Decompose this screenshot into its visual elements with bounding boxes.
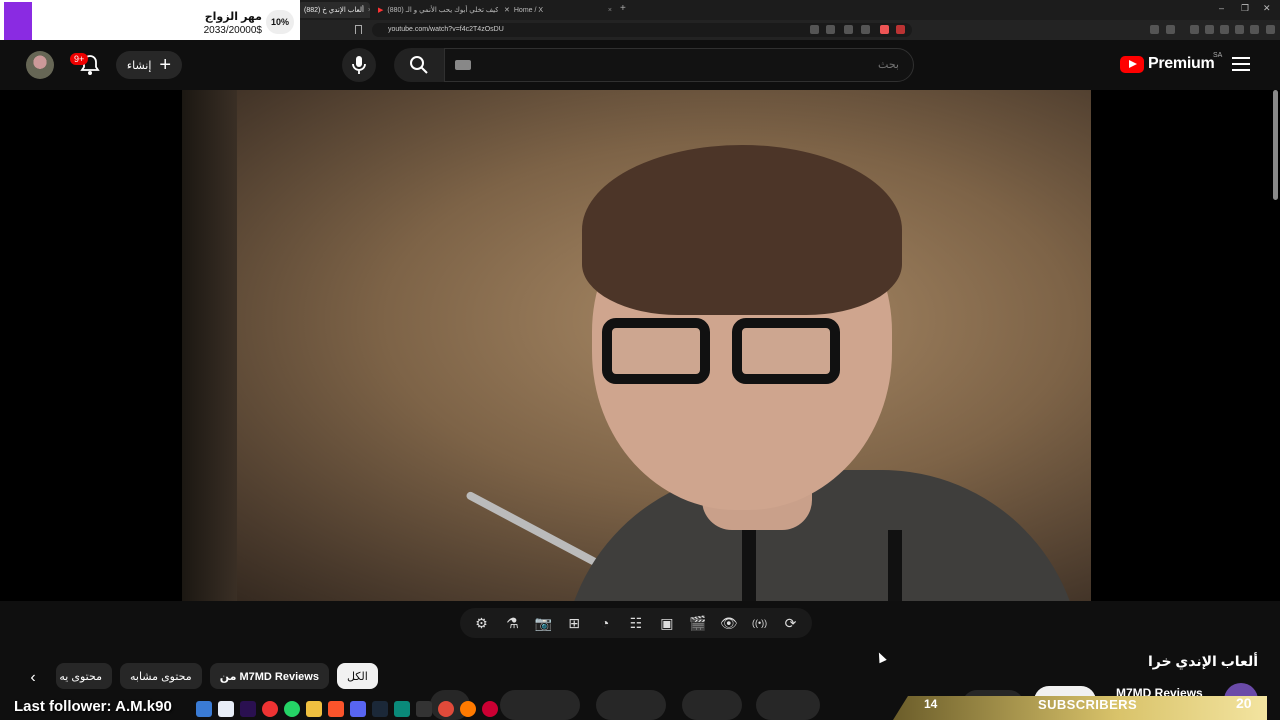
- tab-active[interactable]: (882) ألعاب الإندي خ ×: [298, 2, 370, 18]
- zoom-icon[interactable]: [826, 25, 835, 34]
- music-icon[interactable]: [1190, 25, 1199, 34]
- voice-search-button[interactable]: [342, 48, 376, 82]
- goal-title: مهر الزواج: [204, 11, 262, 23]
- microphone-stand: [465, 490, 611, 573]
- app-icon[interactable]: [460, 701, 476, 717]
- goal-color-bar: [4, 2, 32, 44]
- microphone-icon: [352, 56, 366, 74]
- youtube-premium-logo[interactable]: Premium: [1120, 55, 1215, 73]
- tab-x-home[interactable]: ✕ Home / X ×: [498, 2, 618, 18]
- install-icon[interactable]: [844, 25, 853, 34]
- speaker-glasses: [602, 318, 852, 388]
- whatsapp-icon[interactable]: [284, 701, 300, 717]
- chip-similar-cut[interactable]: محتوى يه: [56, 663, 112, 689]
- share-icon[interactable]: [861, 25, 870, 34]
- tab-label: (882) ألعاب الإندي خ: [304, 7, 364, 14]
- video-title: ألعاب الإندي خرا: [1147, 653, 1258, 669]
- chip-similar[interactable]: محتوى مشابه: [120, 663, 202, 689]
- new-tab-icon[interactable]: +: [620, 3, 626, 14]
- logo-text: Premium: [1148, 55, 1215, 72]
- chevron-left-icon[interactable]: ‹: [22, 667, 44, 689]
- plus-icon: +: [159, 54, 172, 76]
- youtube-play-icon: [1120, 55, 1144, 73]
- premiere-icon[interactable]: [240, 701, 256, 717]
- eye-icon[interactable]: 👁: [719, 613, 739, 633]
- close-icon[interactable]: ×: [368, 7, 370, 14]
- chip-all[interactable]: الكل: [336, 663, 378, 689]
- tab-label: (880) كيف تخلي أبوك يحب الأنمي و الـ: [387, 7, 498, 14]
- subscriber-count: 14: [924, 697, 938, 711]
- page-scrollbar[interactable]: [1273, 90, 1278, 200]
- flask-icon[interactable]: ⚗: [502, 613, 522, 633]
- create-label: إنشاء: [126, 59, 152, 72]
- clapperboard-icon[interactable]: 🎬: [688, 613, 708, 633]
- steam-icon[interactable]: [372, 701, 388, 717]
- search-icon: [410, 56, 428, 74]
- menu-icon[interactable]: [1266, 25, 1275, 34]
- app-icon[interactable]: [218, 701, 234, 717]
- restore-icon[interactable]: ❐: [1241, 3, 1249, 14]
- subscriber-goal: 20: [1236, 695, 1252, 711]
- hamburger-menu-icon[interactable]: [1232, 57, 1250, 71]
- rewards-icon[interactable]: [896, 25, 905, 34]
- donation-goal-widget: مهر الزواج 2033/20000$ 10%: [0, 0, 300, 44]
- app-icon[interactable]: [416, 701, 432, 717]
- tab-anime-video[interactable]: ▶ (880) كيف تخلي أبوك يحب الأنمي و الـ ×: [372, 2, 498, 18]
- youtube-icon: ▶: [378, 7, 384, 14]
- speed-icon[interactable]: ◔: [595, 613, 615, 633]
- action-pill[interactable]: [596, 690, 666, 720]
- wallet-icon[interactable]: [1250, 25, 1259, 34]
- picture-in-picture-icon[interactable]: ▣: [657, 613, 677, 633]
- loop-icon[interactable]: ⟳: [781, 613, 801, 633]
- notification-badge: 9+: [70, 53, 89, 65]
- broadcast-icon[interactable]: ((•)): [750, 613, 770, 633]
- translate-icon[interactable]: [810, 25, 819, 34]
- add-frame-icon[interactable]: ⊞: [564, 613, 584, 633]
- subtitles-icon[interactable]: ☷: [626, 613, 646, 633]
- speaker-hair: [582, 145, 902, 315]
- bookmark-icon[interactable]: [355, 25, 362, 34]
- video-frame[interactable]: [182, 90, 1091, 601]
- goal-amount: 2033/20000$: [203, 25, 262, 36]
- extension-icon[interactable]: [1220, 25, 1229, 34]
- related-chips: محتوى يه محتوى مشابه من M7MD Reviews الك…: [56, 663, 378, 689]
- close-icon[interactable]: ×: [608, 7, 612, 14]
- x-logo-icon: ✕: [504, 7, 510, 14]
- chip-from-channel[interactable]: من M7MD Reviews: [209, 663, 329, 689]
- extension-icon[interactable]: [1150, 25, 1159, 34]
- taskbar-apps: [196, 701, 498, 717]
- extension-icon[interactable]: [1235, 25, 1244, 34]
- camera-icon[interactable]: 📷: [533, 613, 553, 633]
- search-input[interactable]: [444, 48, 914, 82]
- brave-icon[interactable]: [328, 701, 344, 717]
- app-icon[interactable]: [438, 701, 454, 717]
- goal-percent: 10%: [266, 10, 294, 34]
- app-icon[interactable]: [482, 701, 498, 717]
- app-icon[interactable]: [394, 701, 410, 717]
- region-code: SA: [1213, 52, 1223, 59]
- folder-icon[interactable]: [306, 701, 322, 717]
- subscriber-label: SUBSCRIBERS: [1038, 697, 1138, 712]
- window-close-icon[interactable]: ✕: [1263, 3, 1271, 14]
- action-pill[interactable]: [682, 690, 742, 720]
- video-background-curtain: [182, 90, 237, 601]
- player-extension-toolbar: ⚙ ⚗ 📷 ⊞ ◔ ☷ ▣ 🎬 👁 ((•)) ⟳: [460, 608, 812, 638]
- sidebar-icon[interactable]: [1205, 25, 1214, 34]
- like-dislike-pill[interactable]: [756, 690, 820, 720]
- avatar[interactable]: [26, 51, 54, 79]
- tab-label: Home / X: [513, 6, 544, 14]
- minimize-icon[interactable]: –: [1219, 3, 1224, 13]
- extension-icon[interactable]: [1166, 25, 1175, 34]
- chrome-icon[interactable]: [262, 701, 278, 717]
- brave-shield-icon[interactable]: [880, 25, 889, 34]
- create-button[interactable]: إنشاء +: [116, 51, 182, 79]
- app-icon[interactable]: [196, 701, 212, 717]
- settings-icon[interactable]: ⚙: [471, 613, 491, 633]
- speaker-lanyard: [742, 530, 902, 601]
- search-button[interactable]: [394, 48, 444, 82]
- action-pill[interactable]: [500, 690, 580, 720]
- keyboard-icon[interactable]: [455, 60, 471, 70]
- discord-icon[interactable]: [350, 701, 366, 717]
- last-follower-text: Last follower: A.M.k90: [14, 698, 172, 715]
